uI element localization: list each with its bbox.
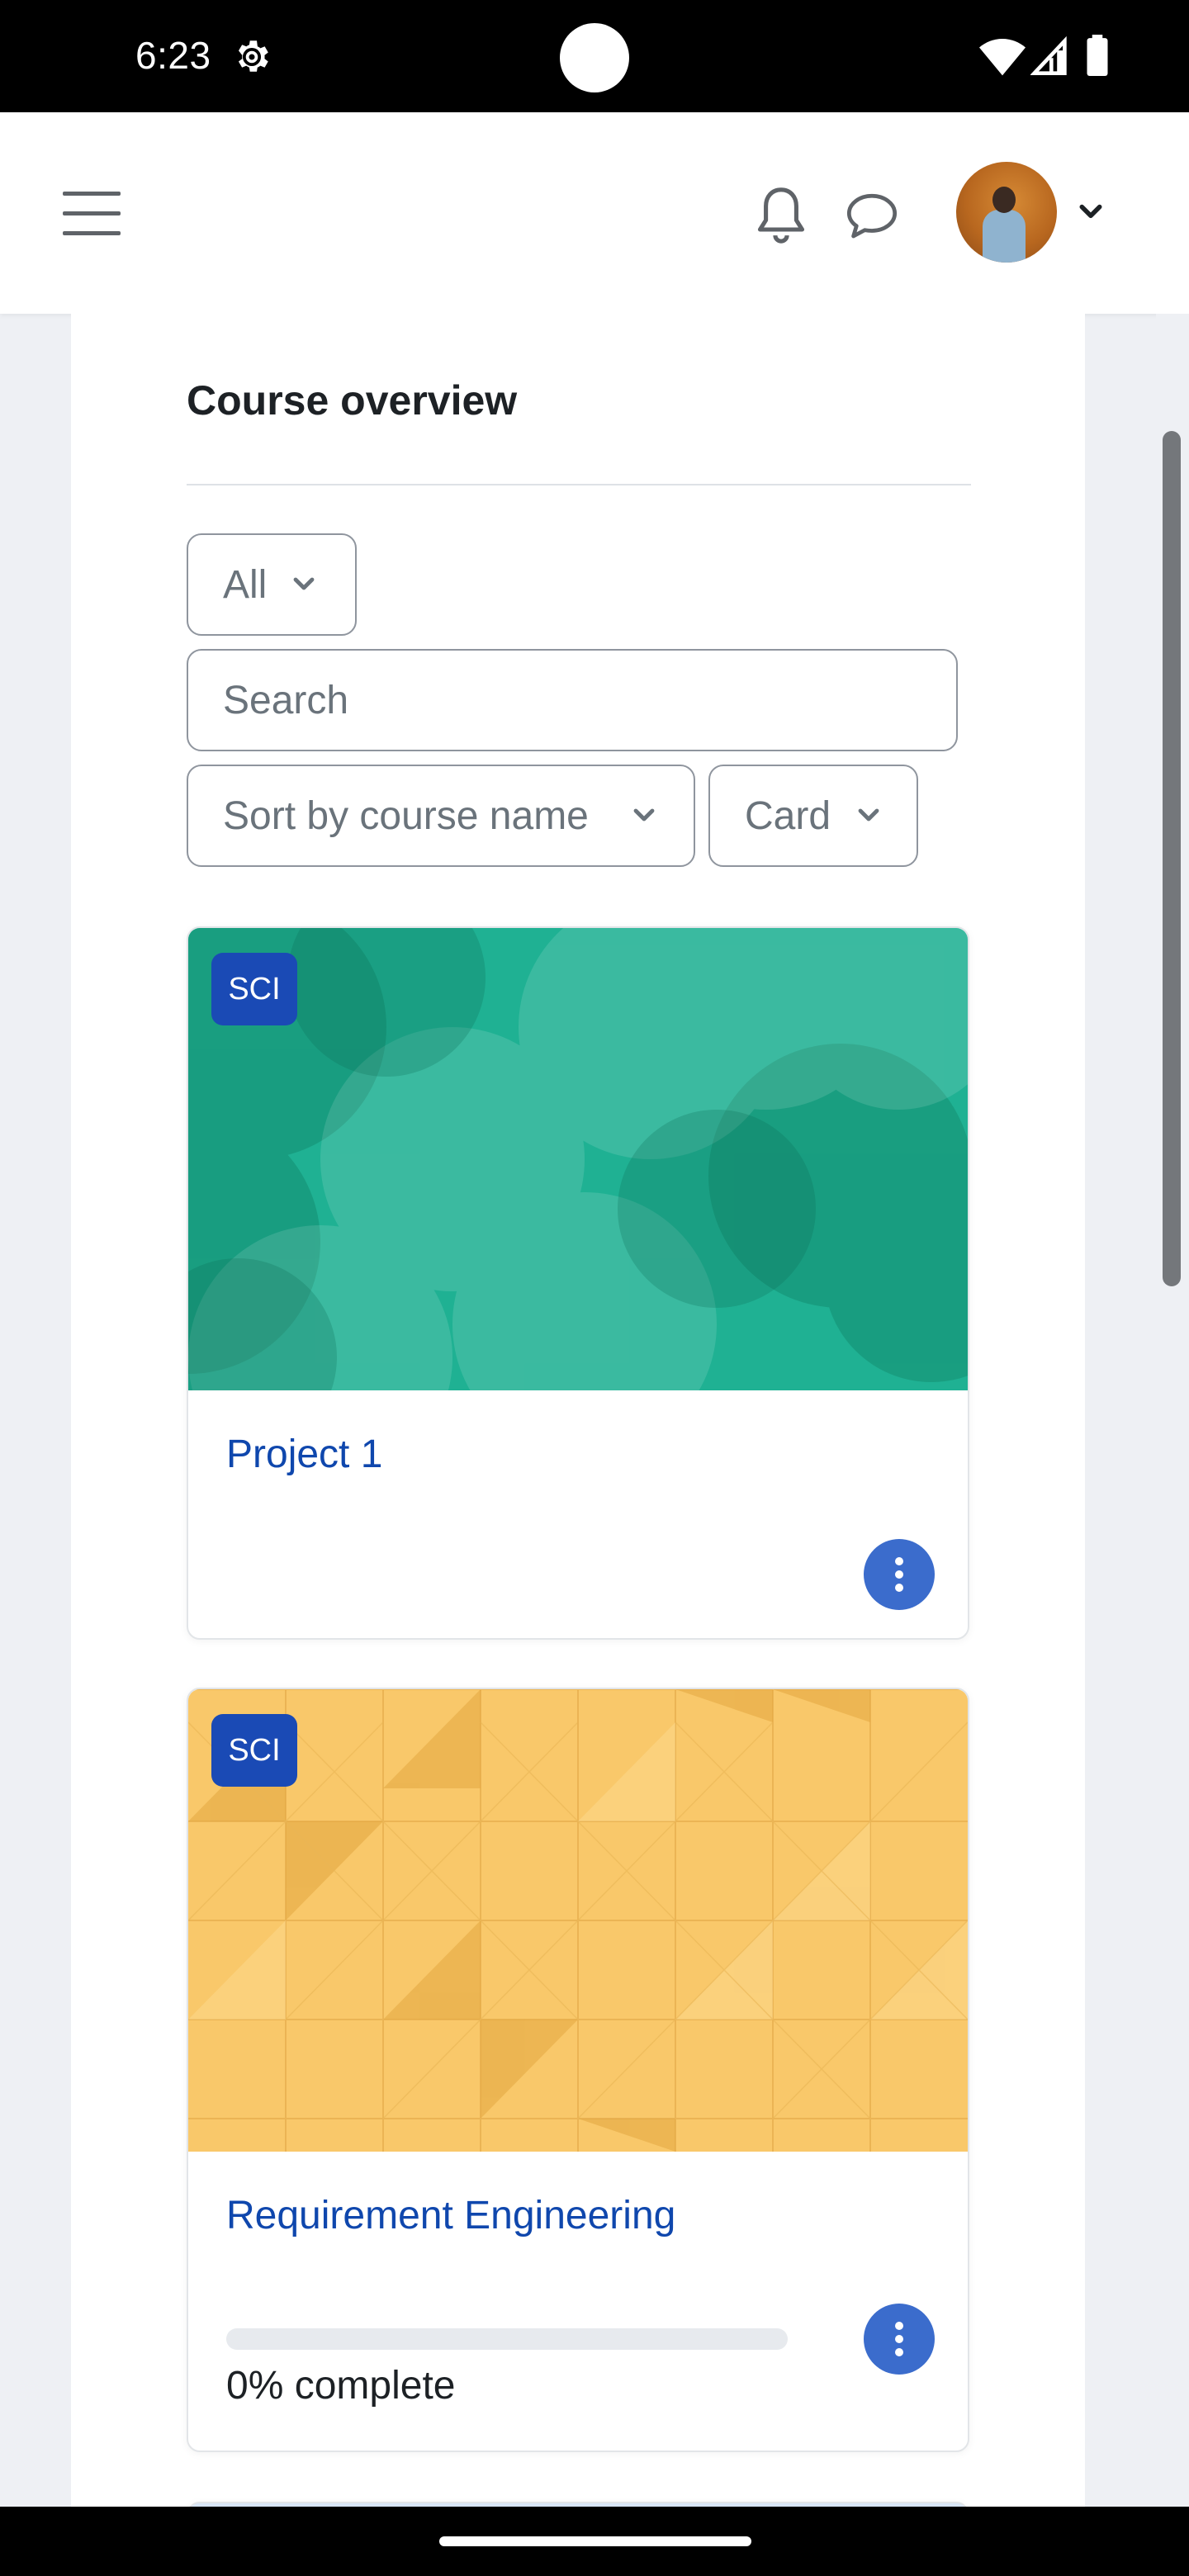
settings-gear-icon <box>238 40 268 72</box>
course-progress-bar <box>226 2328 788 2350</box>
status-time: 6:23 <box>135 34 211 77</box>
cell-signal-icon <box>1030 36 1067 75</box>
course-actions-menu-button[interactable] <box>864 1539 935 1610</box>
chevron-down-icon <box>858 808 879 822</box>
grouping-filter-label: All <box>223 562 268 607</box>
search-input[interactable] <box>187 649 958 751</box>
grouping-filter-dropdown[interactable]: All <box>187 533 357 636</box>
app-header <box>0 112 1189 314</box>
course-name-link[interactable]: Project 1 <box>226 1432 382 1477</box>
course-name-link[interactable]: Requirement Engineering <box>226 2193 675 2238</box>
chevron-down-icon[interactable] <box>1078 203 1103 221</box>
user-avatar[interactable] <box>956 162 1057 263</box>
wifi-icon <box>979 39 1026 76</box>
chevron-down-icon <box>633 808 655 822</box>
course-category-badge: SCI <box>211 1714 297 1787</box>
status-bar: 6:23 <box>0 0 1189 112</box>
course-image[interactable]: SCI <box>188 1689 968 2152</box>
home-indicator[interactable] <box>439 2536 751 2546</box>
divider <box>187 484 971 485</box>
course-card[interactable]: SCI Requirement Engineering 0% complete <box>187 1688 969 2452</box>
chevron-down-icon <box>293 577 315 590</box>
view-dropdown[interactable]: Card <box>708 765 918 867</box>
bell-icon[interactable] <box>753 185 809 246</box>
chat-bubble-icon[interactable] <box>846 192 898 239</box>
sort-label: Sort by course name <box>223 793 589 838</box>
course-category-badge: SCI <box>211 953 297 1025</box>
camera-cutout <box>560 23 629 92</box>
view-label: Card <box>745 793 831 838</box>
scrollbar-thumb[interactable] <box>1163 431 1181 1286</box>
course-image[interactable]: SCI <box>188 928 968 1390</box>
system-nav-bar <box>0 2507 1189 2576</box>
course-actions-menu-button[interactable] <box>864 2304 935 2375</box>
battery-icon <box>1087 35 1108 76</box>
course-card[interactable]: SCI Project 1 <box>187 926 969 1640</box>
course-progress-label: 0% complete <box>226 2364 456 2408</box>
hamburger-menu-icon[interactable] <box>63 192 121 236</box>
sort-dropdown[interactable]: Sort by course name <box>187 765 695 867</box>
section-title: Course overview <box>187 377 518 424</box>
